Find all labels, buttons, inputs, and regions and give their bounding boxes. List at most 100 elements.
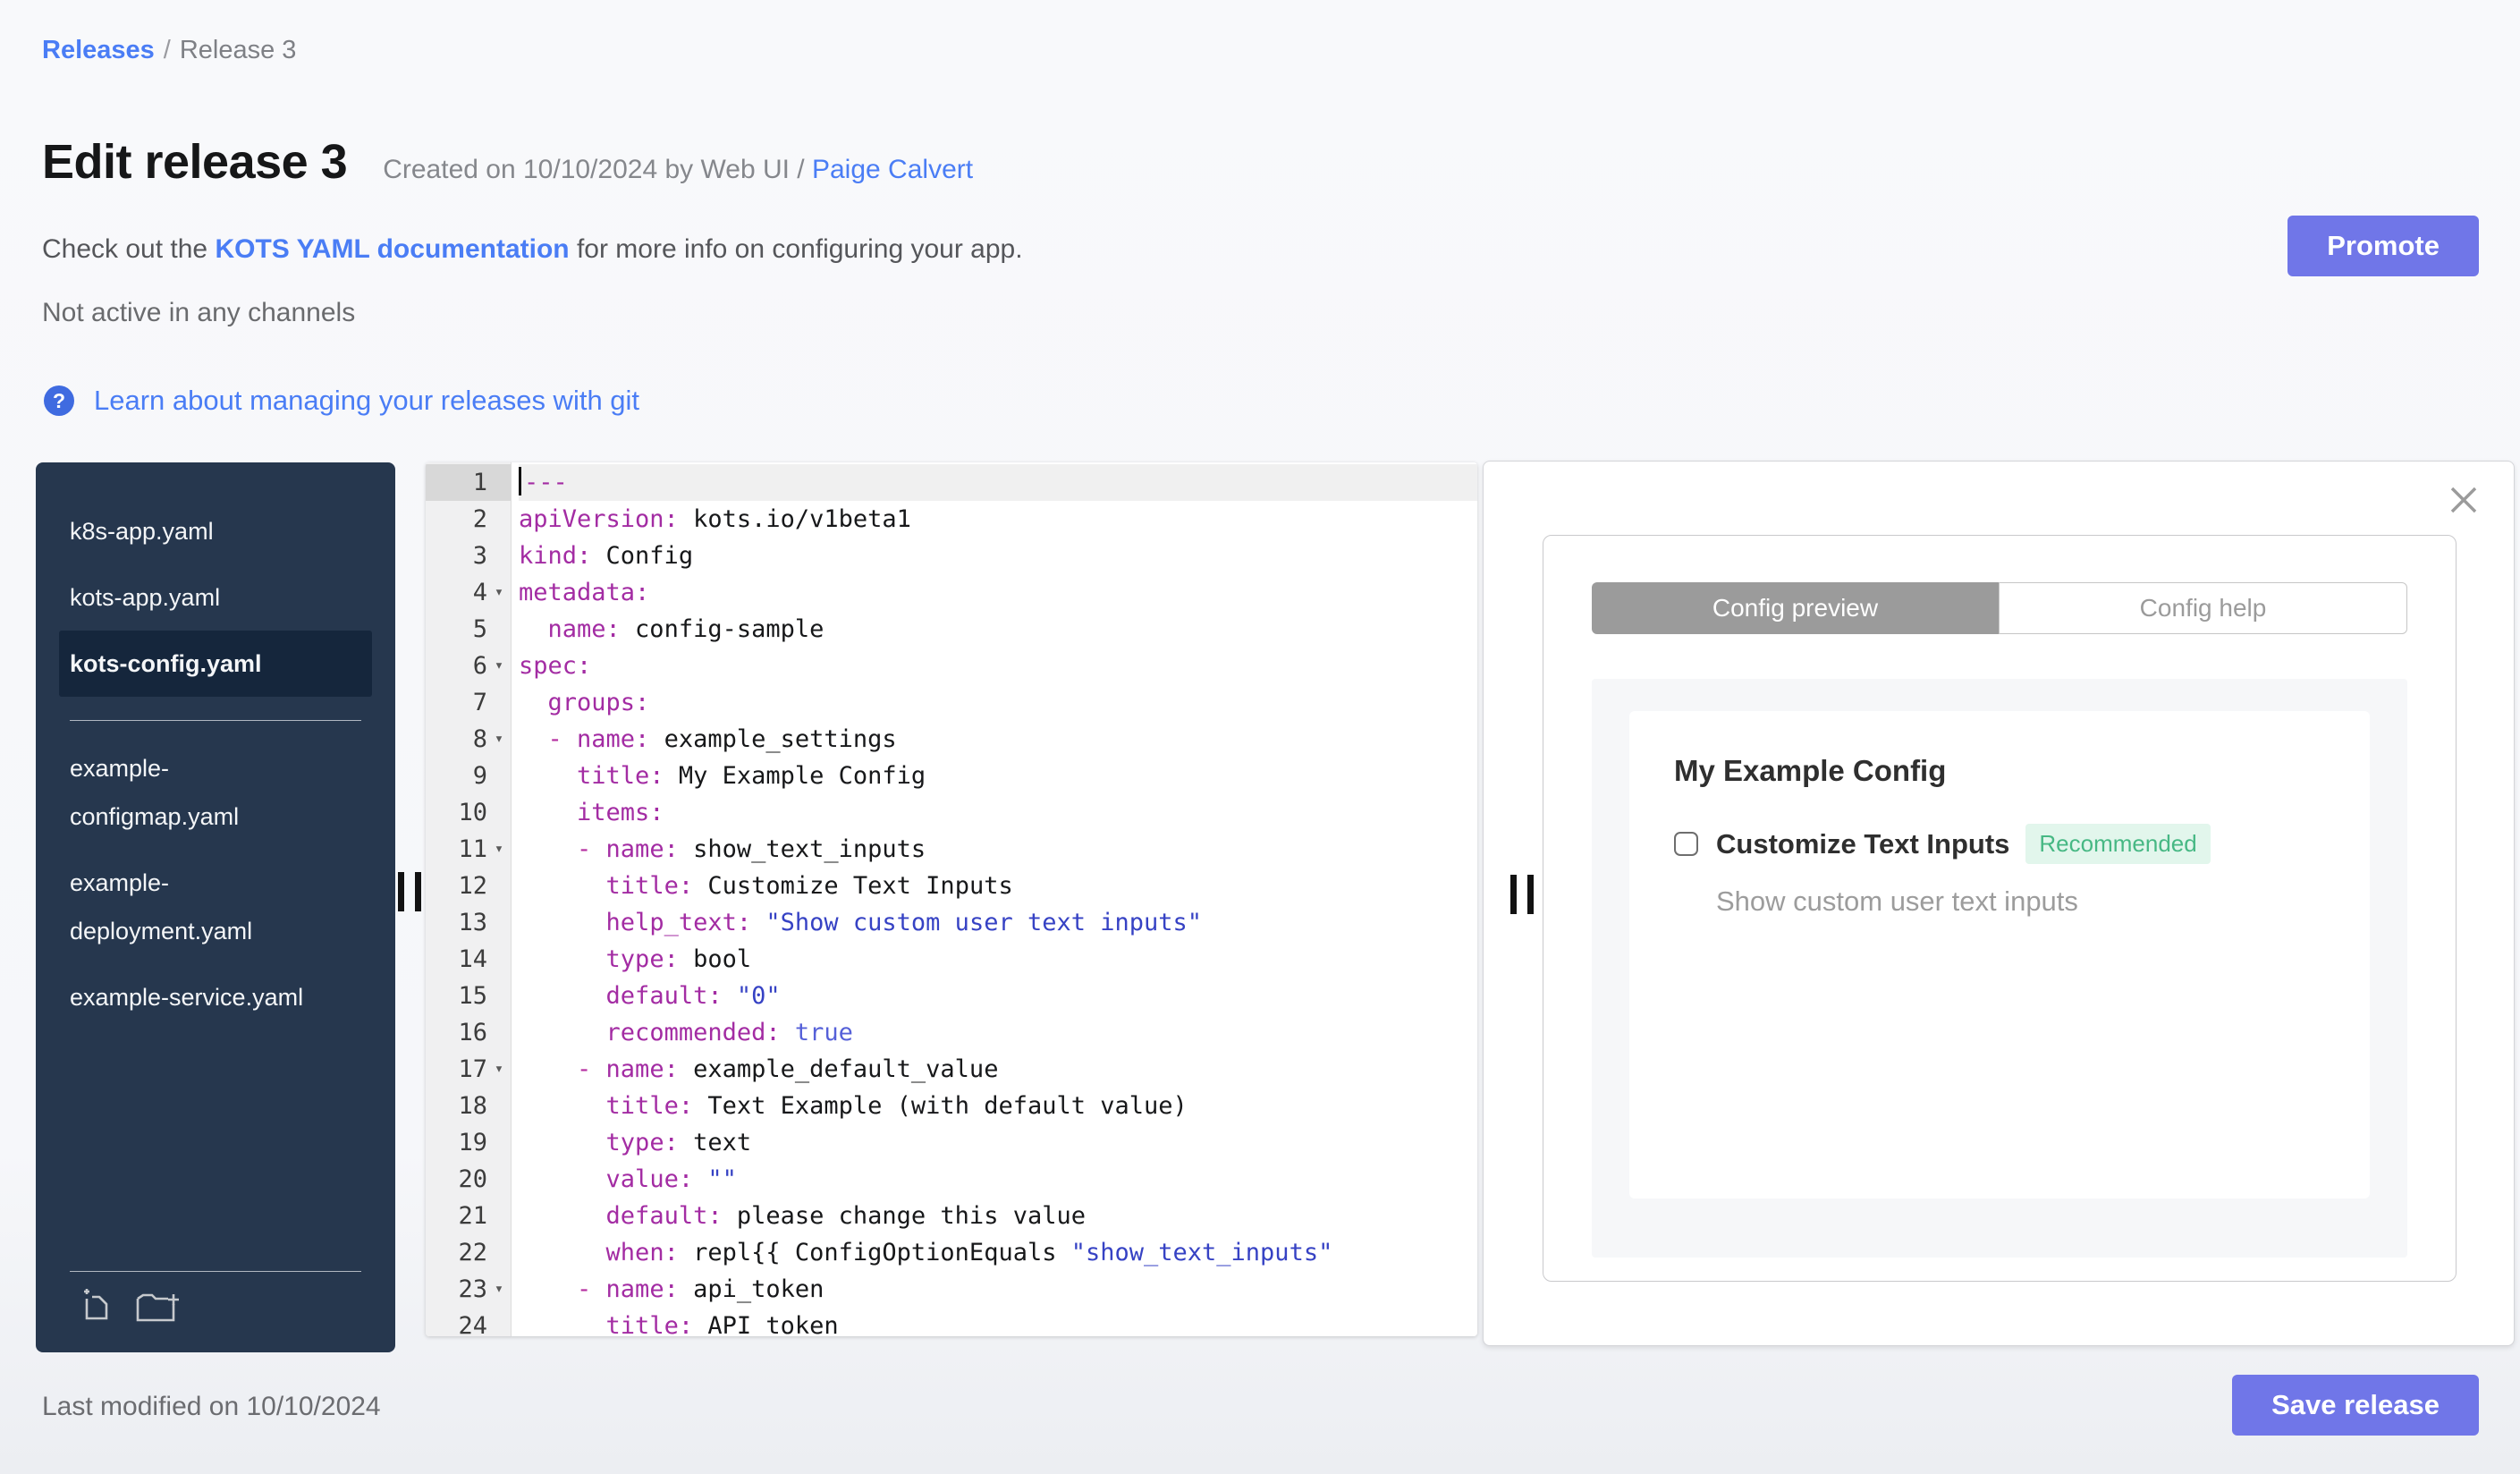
line-number: 2	[472, 505, 487, 533]
kots-yaml-docs-link[interactable]: KOTS YAML documentation	[215, 234, 569, 264]
code-line-3[interactable]: kind: Config	[519, 538, 1477, 574]
sidebar-group-divider	[70, 720, 361, 721]
code-line-18[interactable]: title: Text Example (with default value)	[519, 1088, 1477, 1124]
sidebar-file-kots-app.yaml[interactable]: kots-app.yaml	[59, 564, 320, 631]
code-line-2[interactable]: apiVersion: kots.io/v1beta1	[519, 501, 1477, 538]
code-line-21[interactable]: default: please change this value	[519, 1198, 1477, 1234]
line-number: 6 ▾	[426, 648, 511, 684]
line-number: 7	[472, 689, 487, 716]
line-number: 14	[458, 945, 487, 973]
created-text: Created on 10/10/2024 by Web UI /	[383, 155, 812, 184]
line-number: 15	[458, 982, 487, 1010]
config-item-label: Customize Text Inputs	[1716, 827, 2010, 860]
titlebar: Edit release 3 Created on 10/10/2024 by …	[42, 134, 973, 190]
line-number: 17 ▾	[426, 1051, 511, 1088]
code-line-4[interactable]: metadata:	[519, 574, 1477, 611]
config-preview-panel: Config preview Config help My Example Con…	[1483, 461, 2515, 1346]
line-number: 1	[426, 464, 511, 501]
code-line-15[interactable]: default: "0"	[519, 978, 1477, 1014]
breadcrumb-current: Release 3	[179, 36, 297, 64]
code-line-9[interactable]: title: My Example Config	[519, 758, 1477, 794]
preview-body: My Example Config Customize Text Inputs …	[1592, 679, 2407, 1258]
main-workspace: k8s-app.yaml kots-app.yaml kots-config.yam…	[36, 461, 2515, 1352]
breadcrumb: Releases / Release 3	[42, 36, 296, 65]
code-line-12[interactable]: title: Customize Text Inputs	[519, 868, 1477, 904]
code-line-11[interactable]: - name: show_text_inputs	[519, 831, 1477, 868]
save-release-button[interactable]: Save release	[2232, 1375, 2479, 1436]
question-circle-icon: ?	[44, 385, 74, 416]
line-number: 24	[458, 1312, 487, 1336]
code-line-14[interactable]: type: bool	[519, 941, 1477, 978]
code-line-17[interactable]: - name: example_default_value	[519, 1051, 1477, 1088]
code-line-20[interactable]: value: ""	[519, 1161, 1477, 1198]
code-line-7[interactable]: groups:	[519, 684, 1477, 721]
sidebar-file-example-service.yaml[interactable]: example-service.yaml	[59, 964, 320, 1030]
docs-line: Check out the KOTS YAML documentation fo…	[42, 234, 1023, 265]
code-line-8[interactable]: - name: example_settings	[519, 721, 1477, 758]
add-folder-icon[interactable]	[134, 1288, 184, 1329]
author-link[interactable]: Paige Calvert	[812, 155, 973, 184]
line-number: 20	[458, 1165, 487, 1193]
recommended-badge: Recommended	[2025, 824, 2211, 864]
line-number: 22	[458, 1239, 487, 1266]
line-number: 9	[472, 762, 487, 790]
line-number: 13	[458, 909, 487, 936]
config-item-help: Show custom user text inputs	[1716, 885, 2078, 917]
sidebar-footer-divider	[70, 1271, 361, 1272]
sidebar-file-example-configmap.yaml[interactable]: example-configmap.yaml	[59, 735, 320, 850]
config-card: My Example Config Customize Text Inputs …	[1629, 711, 2370, 1199]
code-line-13[interactable]: help_text: "Show custom user text inputs…	[519, 904, 1477, 941]
fold-arrow-icon[interactable]: ▾	[487, 648, 511, 684]
line-number: 12	[458, 872, 487, 900]
text-cursor	[519, 467, 521, 496]
sidebar-file-example-deployment.yaml[interactable]: example-deployment.yaml	[59, 850, 320, 964]
line-number: 18	[458, 1092, 487, 1120]
git-help-link[interactable]: Learn about managing your releases with …	[94, 385, 639, 417]
line-number: 19	[458, 1129, 487, 1156]
line-number: 4 ▾	[426, 574, 511, 611]
code-line-6[interactable]: spec:	[519, 648, 1477, 684]
line-number: 23 ▾	[426, 1271, 511, 1308]
sidebar-footer	[59, 1271, 372, 1329]
code-line-23[interactable]: - name: api_token	[519, 1271, 1477, 1308]
release-editor-page: Releases / Release 3 Edit release 3 Create…	[0, 0, 2520, 1474]
code-line-24[interactable]: title: API token	[519, 1308, 1477, 1336]
created-info: Created on 10/10/2024 by Web UI / Paige …	[383, 155, 973, 185]
tab-config-help[interactable]: Config help	[1999, 582, 2407, 634]
sidebar-file-kots-config.yaml[interactable]: kots-config.yaml	[59, 631, 372, 697]
close-icon[interactable]	[2446, 483, 2482, 519]
preview-resize-handle[interactable]	[1510, 875, 1534, 914]
code-line-10[interactable]: items:	[519, 794, 1477, 831]
git-help-line[interactable]: ? Learn about managing your releases wit…	[44, 385, 639, 417]
code-line-5[interactable]: name: config-sample	[519, 611, 1477, 648]
add-file-icon[interactable]	[75, 1288, 116, 1329]
docs-suffix: for more info on configuring your app.	[569, 234, 1023, 264]
breadcrumb-separator: /	[163, 36, 171, 64]
sidebar-resize-handle[interactable]	[395, 872, 424, 911]
yaml-editor[interactable]: 1 2 3 4 ▾ 5 6 ▾ 7 8 ▾ 9 10 11 ▾ 12 13 14 15 16 17 ▾ 18 19 20 21 22…	[426, 462, 1477, 1336]
editor-gutter: 1 2 3 4 ▾ 5 6 ▾ 7 8 ▾ 9 10 11 ▾ 12 13 14 15 16 17 ▾ 18 19 20 21 22…	[426, 462, 512, 1336]
code-line-16[interactable]: recommended: true	[519, 1014, 1477, 1051]
fold-arrow-icon[interactable]: ▾	[487, 574, 511, 611]
line-number: 10	[458, 799, 487, 826]
file-sidebar: k8s-app.yaml kots-app.yaml kots-config.yam…	[36, 462, 395, 1352]
editor-code[interactable]: --- apiVersion: kots.io/v1beta1 kind: Conf…	[512, 462, 1477, 1336]
page-title: Edit release 3	[42, 135, 348, 189]
fold-arrow-icon[interactable]: ▾	[487, 1051, 511, 1088]
docs-prefix: Check out the	[42, 234, 216, 264]
breadcrumb-releases-link[interactable]: Releases	[42, 36, 155, 64]
code-line-19[interactable]: type: text	[519, 1124, 1477, 1161]
tab-config-preview[interactable]: Config preview	[1592, 582, 1999, 634]
line-number: 11 ▾	[426, 831, 511, 868]
fold-arrow-icon[interactable]: ▾	[487, 1271, 511, 1308]
fold-arrow-icon[interactable]: ▾	[487, 721, 511, 758]
code-line-22[interactable]: when: repl{{ ConfigOptionEquals "show_te…	[519, 1234, 1477, 1271]
code-line-1[interactable]: ---	[519, 464, 1477, 501]
preview-tabs: Config preview Config help	[1592, 582, 2407, 634]
promote-button[interactable]: Promote	[2287, 216, 2479, 276]
fold-arrow-icon[interactable]: ▾	[487, 831, 511, 868]
line-number: 5	[472, 615, 487, 643]
sidebar-file-k8s-app.yaml[interactable]: k8s-app.yaml	[59, 498, 320, 564]
line-number: 21	[458, 1202, 487, 1230]
customize-text-inputs-checkbox[interactable]	[1674, 832, 1698, 856]
